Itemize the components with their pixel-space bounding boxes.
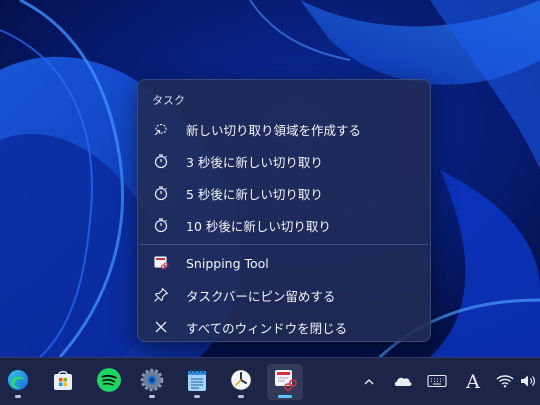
volume-icon xyxy=(520,373,538,392)
snip-3-seconds-menu-item[interactable]: 3 秒後に新しい切り取り xyxy=(142,146,426,176)
keyboard-icon xyxy=(427,373,447,392)
edge-app[interactable] xyxy=(0,364,36,400)
running-indicator xyxy=(149,395,155,398)
spotify-icon xyxy=(96,367,122,397)
edge-icon xyxy=(6,368,30,396)
onedrive-button[interactable] xyxy=(391,370,415,394)
pin-icon xyxy=(152,286,170,304)
onedrive-cloud-icon xyxy=(393,373,413,392)
snipping-tool-jump-list: タスク 新しい切り取り領域を作成する 3 秒後に新しい切り取り 5 秒後に新しい… xyxy=(137,79,431,342)
notepad-icon xyxy=(186,368,208,396)
chevron-up-icon xyxy=(363,373,375,392)
snip-5-seconds-menu-item[interactable]: 5 秒後に新しい切り取り xyxy=(142,178,426,208)
menu-divider xyxy=(140,244,428,245)
menu-item-label: 5 秒後に新しい切り取り xyxy=(186,186,323,202)
timer-icon xyxy=(152,152,170,170)
running-indicator xyxy=(194,395,200,398)
menu-item-label: タスクバーにピン留めする xyxy=(186,288,336,304)
input-indicator-button[interactable]: A xyxy=(462,370,484,394)
clock-app[interactable] xyxy=(223,364,259,400)
menu-item-label: 3 秒後に新しい切り取り xyxy=(186,154,323,170)
new-snip-icon xyxy=(152,120,170,138)
close-all-windows-menu-item[interactable]: すべてのウィンドウを閉じる xyxy=(142,312,426,342)
spotify-app[interactable] xyxy=(91,364,127,400)
running-indicator xyxy=(238,395,244,398)
tasks-section-title: タスク xyxy=(152,94,185,107)
notepad-app[interactable] xyxy=(179,364,215,400)
microsoft-store-app[interactable] xyxy=(45,364,81,400)
store-icon xyxy=(51,368,75,396)
timer-icon xyxy=(152,216,170,234)
network-button[interactable] xyxy=(494,370,516,394)
touch-keyboard-button[interactable] xyxy=(425,370,449,394)
snipping-tool-icon xyxy=(273,368,297,396)
clock-icon xyxy=(229,368,253,396)
pin-to-taskbar-menu-item[interactable]: タスクバーにピン留めする xyxy=(142,280,426,310)
timer-icon xyxy=(152,184,170,202)
menu-item-label: Snipping Tool xyxy=(186,255,269,271)
ime-indicator: A xyxy=(466,371,480,393)
running-indicator xyxy=(278,395,292,398)
snip-10-seconds-menu-item[interactable]: 10 秒後に新しい切り取り xyxy=(142,210,426,240)
taskbar: A xyxy=(0,357,540,405)
snipping-tool-menu-item[interactable]: Snipping Tool xyxy=(142,248,426,278)
gear-icon xyxy=(140,368,164,396)
snipping-tool-app[interactable] xyxy=(267,364,303,400)
wifi-icon xyxy=(496,373,514,392)
snipping-tool-icon xyxy=(152,254,170,272)
menu-item-label: すべてのウィンドウを閉じる xyxy=(186,320,348,336)
close-icon xyxy=(152,318,170,336)
running-indicator xyxy=(15,395,21,398)
settings-app[interactable] xyxy=(134,364,170,400)
volume-button[interactable] xyxy=(518,370,540,394)
new-snip-menu-item[interactable]: 新しい切り取り領域を作成する xyxy=(142,114,426,144)
show-hidden-icons-button[interactable] xyxy=(360,370,378,394)
menu-item-label: 10 秒後に新しい切り取り xyxy=(186,218,331,234)
menu-item-label: 新しい切り取り領域を作成する xyxy=(186,122,362,138)
